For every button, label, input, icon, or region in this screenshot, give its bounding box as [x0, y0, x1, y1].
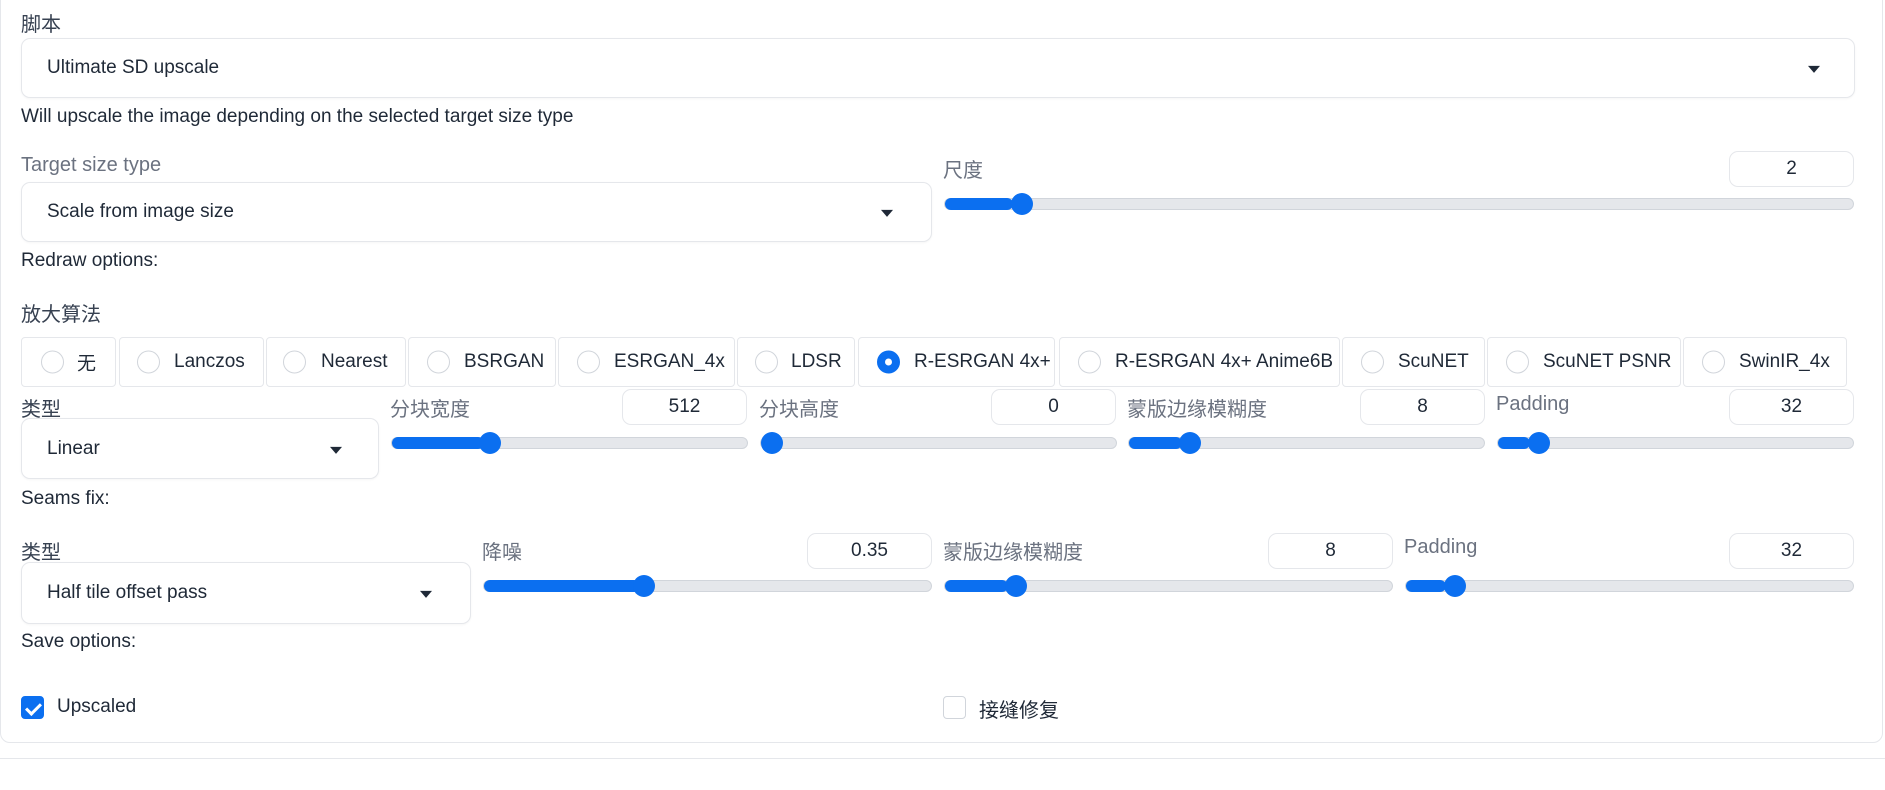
padding-slider[interactable]	[1497, 432, 1854, 454]
tile-height-label: 分块高度	[759, 399, 839, 421]
script-description: Will upscale the image depending on the …	[21, 106, 574, 127]
radio-icon	[1361, 350, 1384, 374]
tile-width-input[interactable]: 512	[622, 389, 747, 425]
mask-blur-slider[interactable]	[1128, 432, 1485, 454]
slider-thumb[interactable]	[632, 575, 655, 597]
seams-padding-slider[interactable]	[1405, 575, 1854, 597]
upscaler-option-label: LDSR	[791, 351, 842, 372]
seams-fix-label: 接缝修复	[979, 700, 1059, 722]
denoise-label: 降噪	[482, 542, 522, 564]
redraw-options-title: Redraw options:	[21, 250, 159, 271]
target-size-type-value: Scale from image size	[47, 201, 234, 222]
upscaler-option-selected[interactable]: R-ESRGAN 4x+	[858, 337, 1055, 387]
upscaler-option[interactable]: SwinIR_4x	[1683, 337, 1847, 387]
upscaler-option[interactable]: R-ESRGAN 4x+ Anime6B	[1059, 337, 1340, 387]
tile-width-label: 分块宽度	[390, 399, 470, 421]
target-size-type-label: Target size type	[21, 154, 162, 176]
upscaler-option-label: BSRGAN	[464, 351, 545, 372]
upscaled-label: Upscaled	[57, 696, 137, 717]
radio-icon	[755, 350, 778, 374]
slider-thumb[interactable]	[1527, 432, 1550, 454]
save-options-title: Save options:	[21, 631, 137, 652]
slider-thumb[interactable]	[478, 432, 501, 454]
slider-fill	[1406, 580, 1447, 592]
slider-fill	[392, 437, 485, 449]
radio-icon	[137, 350, 160, 374]
radio-icon	[577, 350, 600, 374]
upscaler-option-label: R-ESRGAN 4x+	[914, 351, 1051, 372]
seams-mask-blur-label: 蒙版边缘模糊度	[943, 542, 1083, 564]
seams-padding-input[interactable]: 32	[1729, 533, 1854, 569]
upscaler-option[interactable]: Nearest	[266, 337, 406, 387]
upscaler-option[interactable]: LDSR	[737, 337, 855, 387]
script-dropdown-value: Ultimate SD upscale	[47, 57, 220, 78]
seams-mask-blur-input[interactable]: 8	[1268, 533, 1393, 569]
upscaler-option-label: ScuNET	[1398, 351, 1469, 372]
seams-mask-blur-slider[interactable]	[944, 575, 1393, 597]
section-divider	[0, 758, 1885, 759]
padding-input[interactable]: 32	[1729, 389, 1854, 425]
radio-icon	[283, 350, 306, 374]
seams-padding-label: Padding	[1404, 536, 1478, 558]
upscaler-option[interactable]: Lanczos	[119, 337, 264, 387]
upscaler-option[interactable]: ESRGAN_4x	[558, 337, 735, 387]
upscaler-option[interactable]: BSRGAN	[408, 337, 556, 387]
upscaler-option-label: 无	[77, 353, 97, 375]
mask-blur-label: 蒙版边缘模糊度	[1127, 399, 1267, 421]
upscaler-option[interactable]: ScuNET PSNR	[1487, 337, 1681, 387]
seams-type-value: Half tile offset pass	[47, 582, 208, 603]
denoise-slider[interactable]	[483, 575, 932, 597]
upscaler-option-label: ScuNET PSNR	[1543, 351, 1672, 372]
script-label: 脚本	[21, 14, 61, 36]
chevron-down-icon	[1808, 65, 1820, 73]
slider-thumb[interactable]	[1444, 575, 1467, 597]
tile-height-slider[interactable]	[760, 432, 1117, 454]
mask-blur-input[interactable]: 8	[1360, 389, 1485, 425]
radio-icon	[427, 350, 450, 374]
radio-selected-icon	[877, 350, 900, 374]
upscaler-label: 放大算法	[21, 304, 101, 326]
target-size-type-dropdown[interactable]: Scale from image size	[21, 182, 932, 242]
upscaler-option[interactable]: ScuNET	[1342, 337, 1485, 387]
seams-fix-checkbox[interactable]	[943, 696, 966, 719]
upscaler-option-label: Lanczos	[174, 351, 245, 372]
chevron-down-icon	[420, 590, 432, 598]
seams-type-dropdown[interactable]: Half tile offset pass	[21, 562, 471, 624]
radio-icon	[1078, 350, 1101, 374]
redraw-type-dropdown[interactable]: Linear	[21, 418, 379, 479]
slider-thumb[interactable]	[1011, 193, 1034, 215]
seams-type-label: 类型	[21, 542, 61, 564]
upscaler-option-label: R-ESRGAN 4x+ Anime6B	[1115, 351, 1334, 372]
radio-icon	[1702, 350, 1725, 374]
slider-thumb[interactable]	[1178, 432, 1201, 454]
slider-thumb[interactable]	[1004, 575, 1027, 597]
chevron-down-icon	[881, 209, 893, 217]
slider-fill	[945, 198, 1014, 210]
padding-label: Padding	[1496, 393, 1570, 415]
radio-icon	[1506, 350, 1529, 374]
tile-height-input[interactable]: 0	[991, 389, 1116, 425]
scale-input[interactable]: 2	[1729, 151, 1854, 187]
scale-label: 尺度	[943, 160, 983, 182]
upscaler-option-label: SwinIR_4x	[1739, 351, 1830, 372]
seams-fix-title: Seams fix:	[21, 488, 110, 509]
slider-fill	[1498, 437, 1530, 449]
slider-fill	[484, 580, 641, 592]
redraw-type-value: Linear	[47, 437, 100, 459]
upscaled-checkbox[interactable]	[21, 696, 44, 719]
upscaler-option-label: Nearest	[321, 351, 388, 372]
slider-fill	[945, 580, 1008, 592]
slider-fill	[1129, 437, 1183, 449]
chevron-down-icon	[330, 446, 342, 454]
script-dropdown[interactable]: Ultimate SD upscale	[21, 38, 1855, 98]
upscaler-option-label: ESRGAN_4x	[614, 351, 725, 372]
slider-thumb[interactable]	[761, 432, 783, 454]
denoise-input[interactable]: 0.35	[807, 533, 932, 569]
radio-icon	[41, 350, 64, 374]
tile-width-slider[interactable]	[391, 432, 748, 454]
upscaler-option[interactable]: 无	[21, 337, 116, 387]
scale-slider[interactable]	[944, 193, 1854, 215]
